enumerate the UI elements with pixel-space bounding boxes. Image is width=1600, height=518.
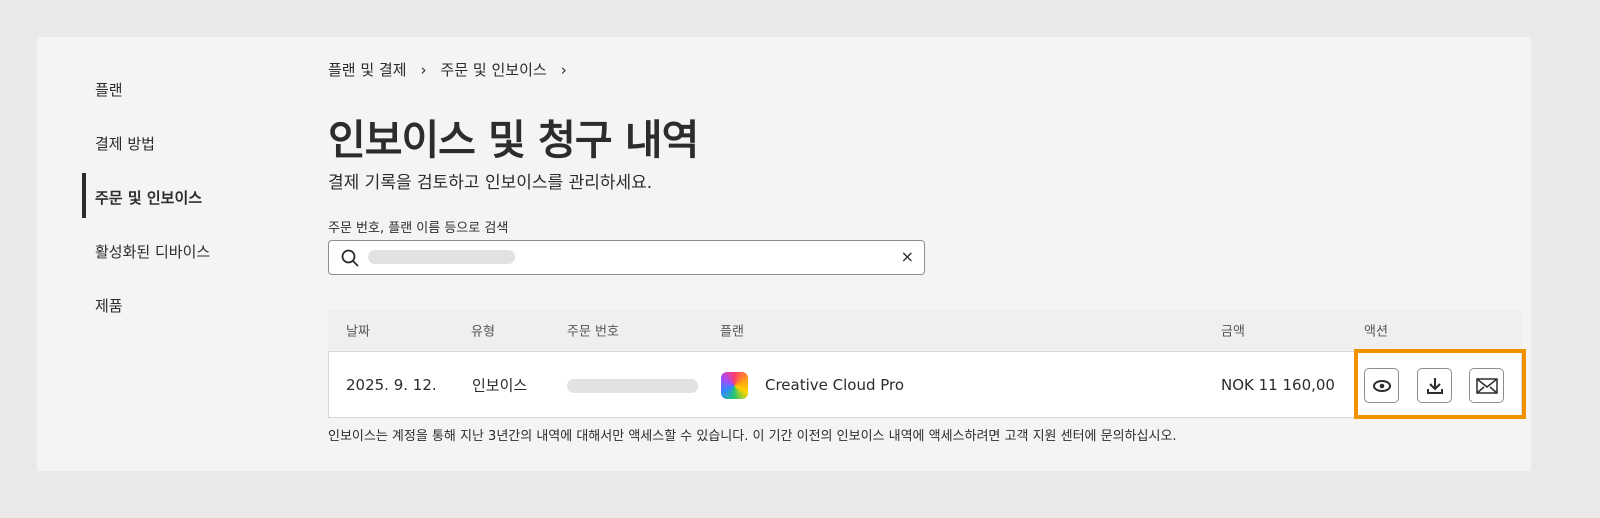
page-title: 인보이스 및 청구 내역 xyxy=(328,116,699,164)
retention-note: 인보이스는 계정을 통해 지난 3년간의 내역에 대해서만 액세스할 수 있습니… xyxy=(328,429,1177,444)
row-plan: Creative Cloud Pro xyxy=(765,375,905,394)
redacted-order-number xyxy=(567,379,698,393)
table-row: 2025. 9. 12. 인보이스 Creative Cloud Pro NOK… xyxy=(328,351,1522,418)
search-input[interactable]: × xyxy=(328,240,925,275)
header-type: 유형 xyxy=(471,324,495,340)
chevron-right-icon: › xyxy=(420,60,427,79)
breadcrumb-orders[interactable]: 주문 및 인보이스 xyxy=(441,59,547,80)
highlight-box xyxy=(1354,349,1526,419)
sidebar-item-payment[interactable]: 결제 방법 xyxy=(95,133,155,154)
clear-icon[interactable]: × xyxy=(901,247,914,266)
sidebar-item-devices[interactable]: 활성화된 디바이스 xyxy=(95,241,210,262)
creative-cloud-icon xyxy=(721,372,748,399)
header-amount: 금액 xyxy=(1221,324,1245,340)
search-label: 주문 번호, 플랜 이름 등으로 검색 xyxy=(328,221,509,236)
header-plan: 플랜 xyxy=(720,324,744,340)
active-indicator xyxy=(82,173,86,218)
redacted-search-value xyxy=(368,250,515,264)
search-icon xyxy=(341,249,359,267)
breadcrumb-plans[interactable]: 플랜 및 결제 xyxy=(328,59,407,80)
row-amount: NOK 11 160,00 xyxy=(1221,375,1335,394)
header-date[interactable]: 날짜 xyxy=(346,321,370,340)
sidebar-item-plans[interactable]: 플랜 xyxy=(95,79,123,100)
page-subtitle: 결제 기록을 검토하고 인보이스를 관리하세요. xyxy=(328,173,653,193)
header-order-number: 주문 번호 xyxy=(567,324,619,340)
breadcrumb: 플랜 및 결제 › 주문 및 인보이스 › xyxy=(328,59,567,80)
chevron-right-icon: › xyxy=(560,60,567,79)
row-type: 인보이스 xyxy=(472,376,528,394)
sidebar-item-orders[interactable]: 주문 및 인보이스 xyxy=(95,187,202,208)
table-header: 날짜 유형 주문 번호 플랜 금액 액션 xyxy=(328,310,1522,350)
header-actions: 액션 xyxy=(1364,324,1388,340)
sidebar-item-products[interactable]: 제품 xyxy=(95,295,123,316)
row-date: 2025. 9. 12. xyxy=(346,375,437,394)
